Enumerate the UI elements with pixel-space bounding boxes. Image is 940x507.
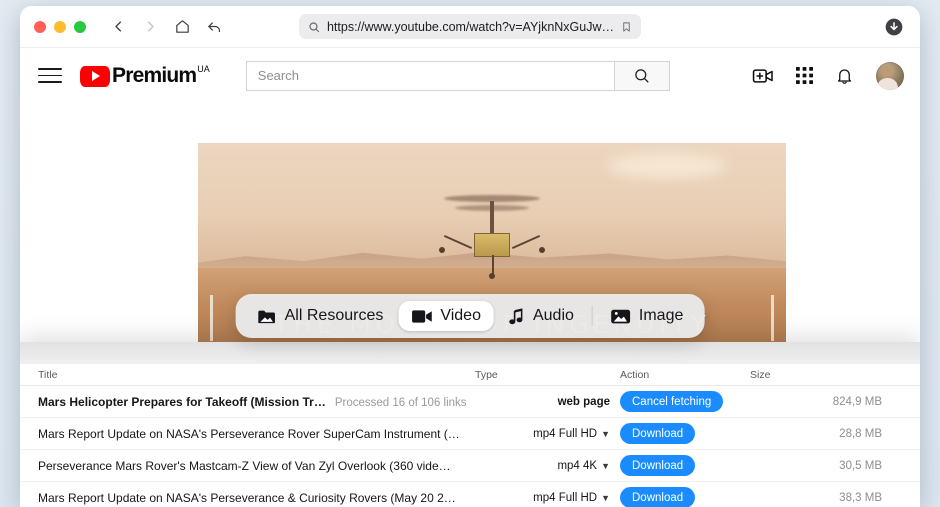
- back-arrow-icon[interactable]: [104, 13, 132, 41]
- row-type-label: mp4 4K: [557, 459, 598, 472]
- screen: https://www.youtube.com/watch?v=AYjknNxG…: [0, 0, 940, 507]
- bookmark-icon[interactable]: [621, 20, 632, 34]
- filter-all-resources[interactable]: All Resources: [244, 301, 397, 331]
- search-box: Search: [245, 60, 670, 91]
- row-action-cell: Cancel fetching: [620, 391, 750, 412]
- row-size: 38,3 MB: [839, 491, 882, 504]
- row-type-label: mp4 Full HD: [533, 427, 598, 440]
- row-type[interactable]: mp4 4K ▼: [475, 460, 620, 472]
- browser-window: https://www.youtube.com/watch?v=AYjknNxG…: [20, 6, 920, 507]
- row-size: 28,8 MB: [839, 427, 882, 440]
- music-note-icon: [509, 307, 525, 325]
- forward-arrow-icon[interactable]: [136, 13, 164, 41]
- search-submit-button[interactable]: [613, 60, 670, 91]
- chevron-down-icon[interactable]: ▼: [601, 493, 610, 503]
- page-content: THE MONTH OF INGENUITY All Resources: [20, 103, 920, 507]
- navigation-buttons: [104, 13, 228, 41]
- download-button[interactable]: Download: [620, 487, 696, 507]
- resource-filter-bar: All Resources Video Audio Image: [235, 294, 705, 338]
- row-type: web page: [475, 396, 620, 408]
- search-input[interactable]: Search: [245, 60, 614, 91]
- row-type[interactable]: mp4 Full HD ▼: [475, 428, 620, 440]
- window-traffic-lights: [34, 20, 86, 33]
- row-title: Mars Report Update on NASA's Perseveranc…: [38, 490, 456, 505]
- cancel-fetching-button[interactable]: Cancel fetching: [620, 391, 724, 412]
- all-resources-icon: [257, 308, 277, 325]
- minimize-window-button[interactable]: [54, 20, 66, 33]
- filter-audio[interactable]: Audio: [496, 301, 587, 331]
- create-video-icon[interactable]: [752, 67, 774, 85]
- row-type[interactable]: mp4 Full HD ▼: [475, 492, 620, 504]
- filter-image[interactable]: Image: [598, 301, 696, 331]
- column-header-title[interactable]: Title: [20, 369, 475, 381]
- logo-country-code: UA: [197, 63, 210, 74]
- filter-video[interactable]: Video: [398, 301, 494, 331]
- row-title: Mars Report Update on NASA's Perseveranc…: [38, 426, 460, 441]
- filter-all-resources-label: All Resources: [284, 307, 384, 324]
- row-action-cell: Download: [620, 423, 750, 444]
- row-action-cell: Download: [620, 487, 750, 507]
- share-back-icon[interactable]: [200, 13, 228, 41]
- column-header-type[interactable]: Type: [475, 369, 620, 381]
- youtube-premium-logo[interactable]: Premium UA: [80, 63, 210, 87]
- downloads-icon[interactable]: [884, 17, 904, 37]
- ingenuity-helicopter: [437, 189, 547, 279]
- filter-video-label: Video: [440, 307, 481, 324]
- url-text: https://www.youtube.com/watch?v=AYjknNxG…: [326, 19, 615, 34]
- table-row[interactable]: Mars Report Update on NASA's Perseveranc…: [20, 418, 920, 450]
- avatar[interactable]: [876, 61, 904, 90]
- column-header-action[interactable]: Action: [620, 369, 750, 381]
- column-header-size[interactable]: Size: [750, 369, 900, 381]
- filter-divider: [591, 306, 593, 326]
- row-size: 824,9 MB: [832, 395, 882, 408]
- search-icon: [308, 21, 320, 33]
- row-status: Processed 16 of 106 links: [334, 396, 467, 409]
- filter-audio-label: Audio: [532, 307, 574, 324]
- home-icon[interactable]: [168, 13, 196, 41]
- maximize-window-button[interactable]: [74, 20, 86, 33]
- address-bar[interactable]: https://www.youtube.com/watch?v=AYjknNxG…: [298, 14, 642, 39]
- apps-grid-icon[interactable]: [796, 67, 813, 84]
- row-type-label: mp4 Full HD: [533, 491, 598, 504]
- row-type-label: web page: [557, 395, 610, 408]
- youtube-play-icon: [80, 65, 110, 87]
- browser-toolbar: https://www.youtube.com/watch?v=AYjknNxG…: [20, 6, 920, 48]
- chevron-down-icon[interactable]: ▼: [601, 461, 610, 471]
- close-window-button[interactable]: [34, 20, 46, 33]
- download-button[interactable]: Download: [620, 423, 696, 444]
- table-row[interactable]: Mars Helicopter Prepares for Takeoff (Mi…: [20, 386, 920, 418]
- row-title: Perseverance Mars Rover's Mastcam-Z View…: [38, 458, 451, 473]
- download-button[interactable]: Download: [620, 455, 696, 476]
- notifications-bell-icon[interactable]: [835, 66, 854, 85]
- downloader-panel-header: [20, 342, 920, 364]
- youtube-header: Premium UA Search: [20, 48, 920, 103]
- video-camera-icon: [411, 309, 432, 324]
- filter-image-label: Image: [638, 307, 684, 324]
- image-icon: [611, 308, 631, 325]
- table-row[interactable]: Mars Report Update on NASA's Perseveranc…: [20, 482, 920, 507]
- table-row[interactable]: Perseverance Mars Rover's Mastcam-Z View…: [20, 450, 920, 482]
- logo-wordmark: Premium: [112, 63, 197, 87]
- row-title: Mars Helicopter Prepares for Takeoff (Mi…: [38, 394, 326, 409]
- youtube-header-actions: [752, 61, 904, 90]
- chevron-down-icon[interactable]: ▼: [601, 429, 610, 439]
- hamburger-menu-icon[interactable]: [38, 63, 62, 88]
- row-size: 30,5 MB: [839, 459, 882, 472]
- downloader-panel: All Resources Video Audio Image Title Ty…: [20, 294, 920, 507]
- row-action-cell: Download: [620, 455, 750, 476]
- table-header-row: Title Type Action Size: [20, 364, 920, 386]
